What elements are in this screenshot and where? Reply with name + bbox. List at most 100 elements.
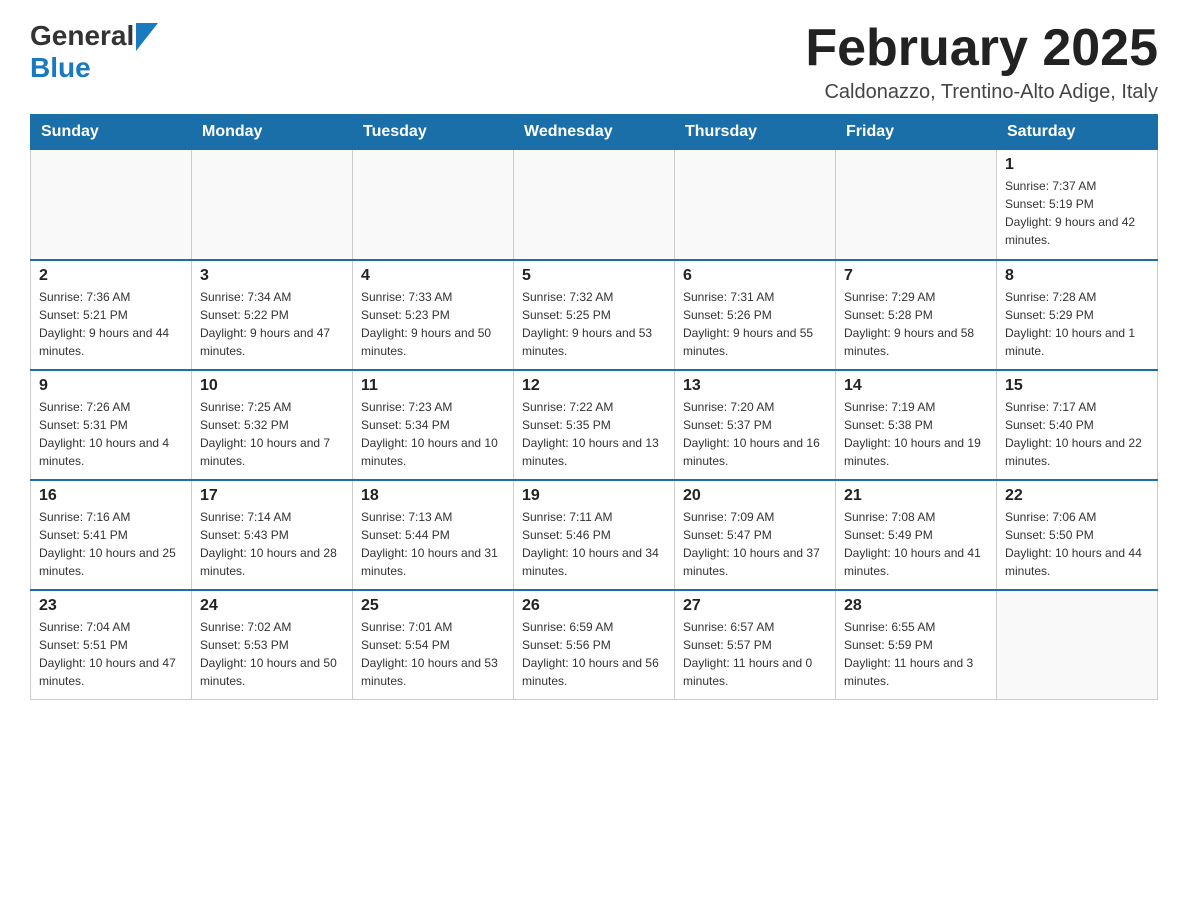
calendar-week-row: 9 Sunrise: 7:26 AM Sunset: 5:31 PM Daylig… bbox=[31, 370, 1158, 480]
day-number: 10 bbox=[200, 377, 344, 395]
day-number: 15 bbox=[1005, 377, 1149, 395]
day-info: Sunrise: 7:19 AM Sunset: 5:38 PM Dayligh… bbox=[844, 398, 988, 470]
table-row: 26Sunrise: 6:59 AM Sunset: 5:56 PM Dayli… bbox=[514, 590, 675, 700]
table-row bbox=[836, 150, 997, 260]
day-number: 18 bbox=[361, 487, 505, 505]
day-info: Sunrise: 7:31 AM Sunset: 5:26 PM Dayligh… bbox=[683, 288, 827, 360]
header-monday: Monday bbox=[192, 115, 353, 150]
day-number: 9 bbox=[39, 377, 183, 395]
day-number: 3 bbox=[200, 267, 344, 285]
day-info: Sunrise: 7:01 AM Sunset: 5:54 PM Dayligh… bbox=[361, 618, 505, 690]
day-info: Sunrise: 7:26 AM Sunset: 5:31 PM Dayligh… bbox=[39, 398, 183, 470]
table-row: 17 Sunrise: 7:14 AM Sunset: 5:43 PM Dayli… bbox=[192, 480, 353, 590]
day-info: Sunrise: 7:32 AM Sunset: 5:25 PM Dayligh… bbox=[522, 288, 666, 360]
day-info: Sunrise: 6:57 AM Sunset: 5:57 PM Dayligh… bbox=[683, 618, 827, 690]
table-row bbox=[514, 150, 675, 260]
table-row: 21 Sunrise: 7:08 AM Sunset: 5:49 PM Dayli… bbox=[836, 480, 997, 590]
calendar-title: February 2025 bbox=[805, 20, 1158, 77]
table-row: 7 Sunrise: 7:29 AM Sunset: 5:28 PM Daylig… bbox=[836, 260, 997, 370]
calendar-week-row: 23 Sunrise: 7:04 AM Sunset: 5:51 PM Dayli… bbox=[31, 590, 1158, 700]
day-info: Sunrise: 7:37 AM Sunset: 5:19 PM Dayligh… bbox=[1005, 177, 1149, 249]
day-info: Sunrise: 7:06 AM Sunset: 5:50 PM Dayligh… bbox=[1005, 508, 1149, 580]
table-row: 8Sunrise: 7:28 AM Sunset: 5:29 PM Daylig… bbox=[997, 260, 1158, 370]
header-tuesday: Tuesday bbox=[353, 115, 514, 150]
table-row bbox=[675, 150, 836, 260]
day-number: 12 bbox=[522, 377, 666, 395]
day-number: 5 bbox=[522, 267, 666, 285]
day-info: Sunrise: 7:20 AM Sunset: 5:37 PM Dayligh… bbox=[683, 398, 827, 470]
calendar-week-row: 1 Sunrise: 7:37 AM Sunset: 5:19 PM Daylig… bbox=[31, 150, 1158, 260]
day-number: 25 bbox=[361, 597, 505, 615]
table-row: 4 Sunrise: 7:33 AM Sunset: 5:23 PM Daylig… bbox=[353, 260, 514, 370]
day-info: Sunrise: 7:08 AM Sunset: 5:49 PM Dayligh… bbox=[844, 508, 988, 580]
day-info: Sunrise: 7:25 AM Sunset: 5:32 PM Dayligh… bbox=[200, 398, 344, 470]
day-info: Sunrise: 7:17 AM Sunset: 5:40 PM Dayligh… bbox=[1005, 398, 1149, 470]
table-row: 27 Sunrise: 6:57 AM Sunset: 5:57 PM Dayli… bbox=[675, 590, 836, 700]
day-number: 1 bbox=[1005, 156, 1149, 174]
table-row: 14 Sunrise: 7:19 AM Sunset: 5:38 PM Dayli… bbox=[836, 370, 997, 480]
table-row: 15 Sunrise: 7:17 AM Sunset: 5:40 PM Dayli… bbox=[997, 370, 1158, 480]
table-row bbox=[353, 150, 514, 260]
day-info: Sunrise: 7:14 AM Sunset: 5:43 PM Dayligh… bbox=[200, 508, 344, 580]
day-number: 4 bbox=[361, 267, 505, 285]
table-row: 1 Sunrise: 7:37 AM Sunset: 5:19 PM Daylig… bbox=[997, 150, 1158, 260]
header-saturday: Saturday bbox=[997, 115, 1158, 150]
table-row: 16Sunrise: 7:16 AM Sunset: 5:41 PM Dayli… bbox=[31, 480, 192, 590]
day-number: 23 bbox=[39, 597, 183, 615]
day-info: Sunrise: 7:04 AM Sunset: 5:51 PM Dayligh… bbox=[39, 618, 183, 690]
table-row: 9 Sunrise: 7:26 AM Sunset: 5:31 PM Daylig… bbox=[31, 370, 192, 480]
table-row: 2Sunrise: 7:36 AM Sunset: 5:21 PM Daylig… bbox=[31, 260, 192, 370]
calendar-location: Caldonazzo, Trentino-Alto Adige, Italy bbox=[805, 81, 1158, 104]
table-row: 24Sunrise: 7:02 AM Sunset: 5:53 PM Dayli… bbox=[192, 590, 353, 700]
day-number: 16 bbox=[39, 487, 183, 505]
calendar-week-row: 2Sunrise: 7:36 AM Sunset: 5:21 PM Daylig… bbox=[31, 260, 1158, 370]
day-number: 11 bbox=[361, 377, 505, 395]
day-number: 24 bbox=[200, 597, 344, 615]
table-row: 5 Sunrise: 7:32 AM Sunset: 5:25 PM Daylig… bbox=[514, 260, 675, 370]
day-number: 14 bbox=[844, 377, 988, 395]
calendar-table: Sunday Monday Tuesday Wednesday Thursday… bbox=[30, 114, 1158, 700]
day-number: 7 bbox=[844, 267, 988, 285]
table-row: 20Sunrise: 7:09 AM Sunset: 5:47 PM Dayli… bbox=[675, 480, 836, 590]
logo-general-text: General bbox=[30, 20, 134, 52]
day-number: 13 bbox=[683, 377, 827, 395]
header-wednesday: Wednesday bbox=[514, 115, 675, 150]
header-friday: Friday bbox=[836, 115, 997, 150]
table-row: 6 Sunrise: 7:31 AM Sunset: 5:26 PM Daylig… bbox=[675, 260, 836, 370]
day-info: Sunrise: 7:29 AM Sunset: 5:28 PM Dayligh… bbox=[844, 288, 988, 360]
day-number: 20 bbox=[683, 487, 827, 505]
day-info: Sunrise: 6:55 AM Sunset: 5:59 PM Dayligh… bbox=[844, 618, 988, 690]
day-number: 27 bbox=[683, 597, 827, 615]
logo: General Blue bbox=[30, 20, 158, 84]
table-row: 12 Sunrise: 7:22 AM Sunset: 5:35 PM Dayli… bbox=[514, 370, 675, 480]
header-thursday: Thursday bbox=[675, 115, 836, 150]
day-info: Sunrise: 7:34 AM Sunset: 5:22 PM Dayligh… bbox=[200, 288, 344, 360]
day-info: Sunrise: 7:23 AM Sunset: 5:34 PM Dayligh… bbox=[361, 398, 505, 470]
table-row bbox=[192, 150, 353, 260]
day-info: Sunrise: 7:33 AM Sunset: 5:23 PM Dayligh… bbox=[361, 288, 505, 360]
table-row: 11 Sunrise: 7:23 AM Sunset: 5:34 PM Dayli… bbox=[353, 370, 514, 480]
table-row: 23 Sunrise: 7:04 AM Sunset: 5:51 PM Dayli… bbox=[31, 590, 192, 700]
title-block: February 2025 Caldonazzo, Trentino-Alto … bbox=[805, 20, 1158, 104]
table-row: 25 Sunrise: 7:01 AM Sunset: 5:54 PM Dayli… bbox=[353, 590, 514, 700]
day-number: 21 bbox=[844, 487, 988, 505]
table-row bbox=[31, 150, 192, 260]
day-info: Sunrise: 7:11 AM Sunset: 5:46 PM Dayligh… bbox=[522, 508, 666, 580]
page-header: General Blue February 2025 Caldonazzo, T… bbox=[30, 20, 1158, 104]
day-number: 26 bbox=[522, 597, 666, 615]
day-info: Sunrise: 7:28 AM Sunset: 5:29 PM Dayligh… bbox=[1005, 288, 1149, 360]
day-info: Sunrise: 7:36 AM Sunset: 5:21 PM Dayligh… bbox=[39, 288, 183, 360]
day-number: 28 bbox=[844, 597, 988, 615]
calendar-header-row: Sunday Monday Tuesday Wednesday Thursday… bbox=[31, 115, 1158, 150]
logo-arrow-icon bbox=[136, 23, 158, 51]
day-info: Sunrise: 7:22 AM Sunset: 5:35 PM Dayligh… bbox=[522, 398, 666, 470]
calendar-week-row: 16Sunrise: 7:16 AM Sunset: 5:41 PM Dayli… bbox=[31, 480, 1158, 590]
day-number: 19 bbox=[522, 487, 666, 505]
table-row: 19 Sunrise: 7:11 AM Sunset: 5:46 PM Dayli… bbox=[514, 480, 675, 590]
table-row: 10 Sunrise: 7:25 AM Sunset: 5:32 PM Dayli… bbox=[192, 370, 353, 480]
table-row bbox=[997, 590, 1158, 700]
day-number: 22 bbox=[1005, 487, 1149, 505]
day-number: 17 bbox=[200, 487, 344, 505]
day-info: Sunrise: 7:13 AM Sunset: 5:44 PM Dayligh… bbox=[361, 508, 505, 580]
day-number: 6 bbox=[683, 267, 827, 285]
